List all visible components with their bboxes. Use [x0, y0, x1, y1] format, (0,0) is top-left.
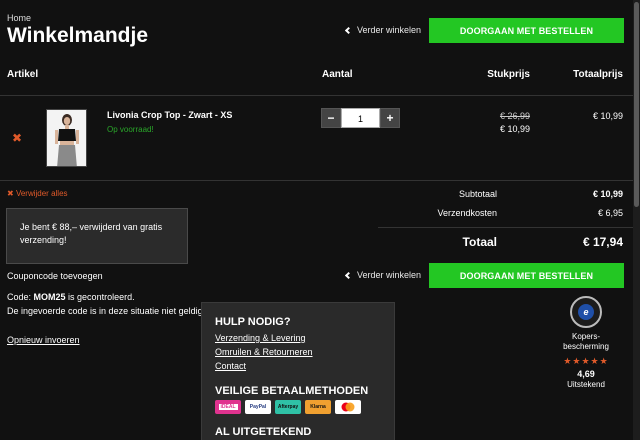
afterpay-icon: Afterpay	[275, 400, 301, 414]
ideal-icon: iDEAL	[215, 400, 241, 414]
original-price: € 26,99	[499, 111, 530, 121]
continue-shopping-label: Verder winkelen	[357, 25, 422, 35]
klarna-icon: Klarna	[305, 400, 331, 414]
buyer-protection-line1: Kopers-	[571, 332, 600, 341]
payment-methods-title: VEILIGE BETAALMETHODEN	[215, 385, 369, 397]
rating-text: Uitstekend	[567, 380, 605, 389]
reenter-coupon-link[interactable]: Opnieuw invoeren	[7, 335, 80, 345]
decrease-quantity-button[interactable]: −	[321, 108, 341, 128]
exchange-returns-link[interactable]: Omruilen & Retourneren	[215, 345, 381, 359]
buyer-protection-line2: bescherming	[563, 342, 609, 351]
divider	[378, 227, 633, 228]
increase-quantity-button[interactable]: +	[380, 108, 400, 128]
remove-item-icon[interactable]: ✖	[12, 131, 22, 145]
total-value: € 17,94	[582, 235, 623, 249]
line-total: € 10,99	[592, 111, 623, 121]
page-title: Winkelmandje	[7, 24, 149, 47]
trust-badge[interactable]: e Kopers- bescherming ★★★★★ 4,69 Uitstek…	[553, 296, 619, 389]
rating-stars-icon: ★★★★★	[563, 356, 609, 366]
contact-link[interactable]: Contact	[215, 359, 381, 373]
subtotal-label: Subtotaal	[458, 189, 497, 199]
coupon-msg-suffix: is gecontroleerd.	[65, 292, 135, 302]
divider	[0, 180, 633, 181]
scrollbar-thumb[interactable]	[634, 2, 639, 207]
payment-methods: iDEAL PayPal Afterpay Klarna	[215, 400, 381, 414]
shipping-delivery-link[interactable]: Verzending & Levering	[215, 331, 381, 345]
column-header-unit-price: Stukprijs	[487, 69, 530, 80]
seal-letter: e	[578, 304, 594, 320]
next-section-title: AL UITGETEKEND	[215, 426, 312, 438]
quantity-input[interactable]: 1	[341, 108, 380, 128]
total-label: Totaal	[462, 235, 497, 249]
breadcrumb[interactable]: Home	[7, 13, 31, 23]
remove-all-label: Verwijder alles	[15, 189, 68, 198]
ideal-label: iDEAL	[218, 404, 238, 410]
help-title: HULP NODIG?	[215, 316, 291, 328]
chevron-left-icon	[344, 26, 353, 34]
add-coupon-link[interactable]: Couponcode toevoegen	[7, 271, 103, 281]
remove-all-link[interactable]: ✖ Verwijder alles	[7, 189, 68, 198]
cart-item-row	[0, 96, 633, 180]
trust-seal-icon: e	[570, 296, 602, 328]
coupon-status-message: Code: MOM25 is gecontroleerd.	[7, 292, 135, 302]
quantity-stepper: − 1 +	[321, 108, 400, 128]
close-icon: ✖	[7, 189, 14, 198]
unit-price: € 10,99	[499, 124, 530, 134]
product-name-link[interactable]: Livonia Crop Top - Zwart - XS	[107, 110, 232, 120]
continue-shopping-link-top[interactable]: Verder winkelen	[344, 25, 422, 35]
product-thumbnail[interactable]	[46, 109, 87, 167]
page-scrollbar[interactable]	[633, 0, 640, 440]
shipping-label: Verzendkosten	[437, 208, 497, 218]
paypal-icon: PayPal	[245, 400, 271, 414]
help-panel: HULP NODIG? Verzending & Levering Omruil…	[201, 302, 395, 440]
coupon-msg-prefix: Code:	[7, 292, 34, 302]
coupon-error-message: De ingevoerde code is in deze situatie n…	[7, 306, 203, 316]
continue-shopping-link-bottom[interactable]: Verder winkelen	[344, 270, 422, 280]
buyer-protection-label: Kopers- bescherming	[553, 332, 619, 352]
stock-status: Op voorraad!	[107, 125, 154, 134]
column-header-article: Artikel	[7, 69, 39, 80]
mastercard-icon	[335, 400, 361, 414]
column-header-quantity: Aantal	[322, 69, 353, 80]
subtotal-value: € 10,99	[592, 189, 623, 199]
checkout-button-top[interactable]: DOORGAAN MET BESTELLEN	[429, 18, 624, 43]
shipping-value: € 6,95	[597, 208, 623, 218]
coupon-code: MOM25	[33, 292, 66, 302]
rating-value: 4,69	[577, 369, 595, 379]
column-header-total-price: Totaalprijs	[573, 69, 623, 80]
continue-shopping-label: Verder winkelen	[357, 270, 422, 280]
checkout-button-bottom[interactable]: DOORGAAN MET BESTELLEN	[429, 263, 624, 288]
free-shipping-notice: Je bent € 88,– verwijderd van gratis ver…	[6, 208, 188, 264]
chevron-left-icon	[344, 271, 353, 279]
